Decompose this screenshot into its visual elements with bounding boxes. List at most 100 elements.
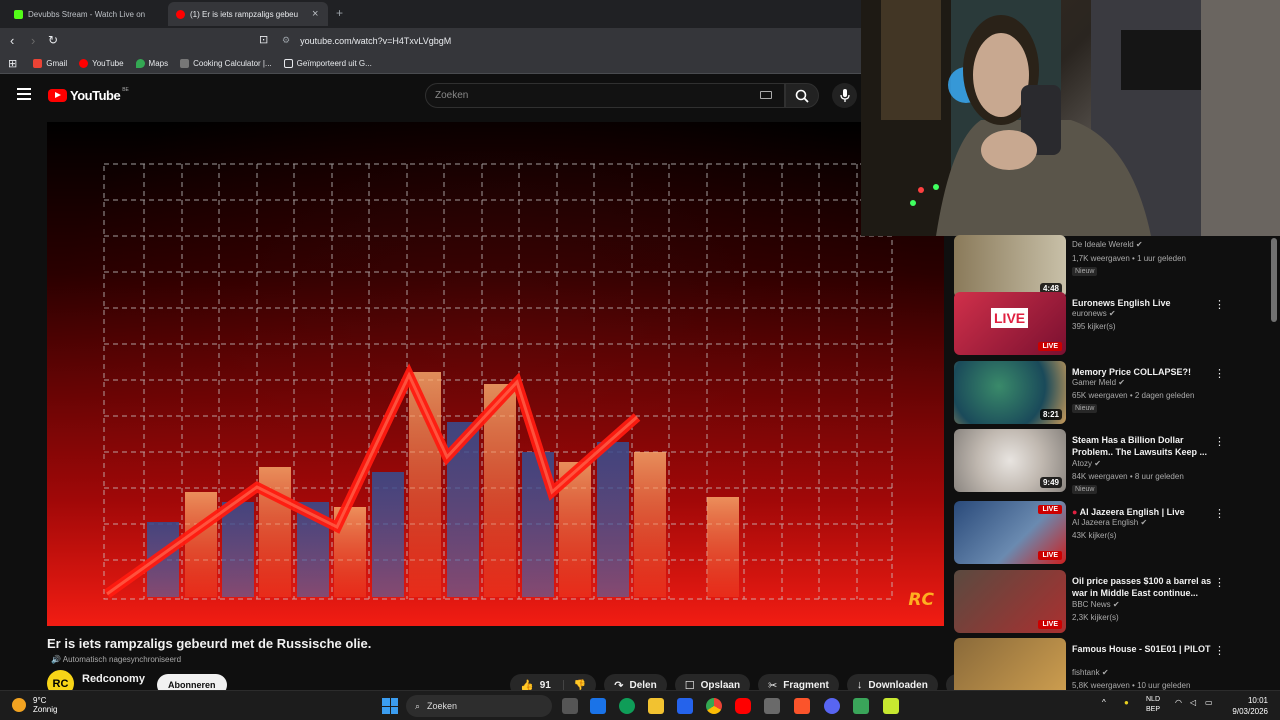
tray-expand-icon[interactable]: ^: [1102, 698, 1106, 707]
language-indicator[interactable]: NLD BEP: [1146, 695, 1160, 715]
dislike-icon[interactable]: 👎: [562, 679, 596, 691]
chrome-icon[interactable]: [706, 698, 722, 714]
close-tab-icon[interactable]: ×: [312, 8, 318, 20]
channel-name[interactable]: Gamer Meld ✔: [1072, 378, 1125, 387]
voice-search-button[interactable]: [832, 83, 857, 108]
channel-name[interactable]: BBC News ✔: [1072, 600, 1120, 609]
mail-icon[interactable]: [677, 698, 693, 714]
recommended-video[interactable]: 9:49 Steam Has a Billion Dollar Problem.…: [954, 429, 1274, 495]
brave-icon[interactable]: [794, 698, 810, 714]
recommended-video[interactable]: LIVE Oil price passes $100 a barrel as w…: [954, 570, 1274, 636]
live-badge: LIVE: [1038, 551, 1062, 560]
verified-icon: ✔: [1118, 378, 1125, 387]
video-thumbnail[interactable]: LIVE LIVE: [954, 501, 1066, 564]
verified-icon: ✔: [1108, 309, 1116, 318]
store-icon[interactable]: [590, 698, 606, 714]
channel-name[interactable]: Al Jazeera English ✔: [1072, 518, 1147, 527]
menu-icon[interactable]: [17, 88, 31, 103]
youtube-icon: [79, 58, 89, 68]
video-title[interactable]: Steam Has a Billion Dollar Problem.. The…: [1072, 434, 1212, 458]
video-thumbnail[interactable]: 8:21: [954, 361, 1066, 424]
recommended-video[interactable]: LIVE LIVE Euronews English Live euronews…: [954, 292, 1274, 358]
tray-app-icon[interactable]: ●: [1124, 698, 1129, 707]
forward-icon[interactable]: ›: [31, 33, 35, 48]
video-title[interactable]: Oil price passes $100 a barrel as war in…: [1072, 575, 1212, 599]
task-view-icon[interactable]: [562, 698, 578, 714]
bookmark-cooking-calculator[interactable]: Cooking Calculator |...: [180, 58, 272, 68]
start-windows-icon[interactable]: [382, 698, 398, 714]
video-frame-graphic: [103, 163, 893, 600]
weather-widget[interactable]: 9°C Zonnig: [12, 696, 57, 714]
webcam-scene: [861, 0, 1280, 236]
recommended-video[interactable]: Famous House - S01E01 | PILOT fishtank ✔…: [954, 638, 1274, 690]
channel-name[interactable]: fishtank ✔: [1072, 668, 1109, 677]
more-options-icon[interactable]: ⋮: [1214, 576, 1225, 589]
sun-icon: [12, 698, 26, 712]
video-thumbnail[interactable]: LIVE: [954, 570, 1066, 633]
apps-grid-icon[interactable]: ⊞: [8, 57, 17, 70]
sidebar-scrollbar[interactable]: [1271, 238, 1277, 322]
file-explorer-icon[interactable]: [648, 698, 664, 714]
taskbar-search[interactable]: ⌕ Zoeken: [406, 695, 552, 717]
tab-youtube[interactable]: (1) Er is iets rampzaligs gebeu ×: [168, 2, 328, 26]
channel-name[interactable]: Redconomy: [82, 673, 145, 685]
bookmark-youtube[interactable]: YouTube: [79, 58, 124, 68]
channel-name[interactable]: euronews ✔: [1072, 309, 1116, 318]
more-options-icon[interactable]: ⋮: [1214, 644, 1225, 657]
video-thumbnail[interactable]: LIVE LIVE: [954, 292, 1066, 355]
more-options-icon[interactable]: ⋮: [1214, 298, 1225, 311]
video-title[interactable]: Famous House - S01E01 | PILOT: [1072, 643, 1212, 655]
new-tab-icon[interactable]: +: [336, 6, 343, 20]
reload-icon[interactable]: ↻: [48, 33, 58, 47]
kick-favicon-icon: [14, 9, 23, 19]
channel-name[interactable]: De Ideale Wereld ✔: [1072, 240, 1143, 249]
discord-icon[interactable]: [824, 698, 840, 714]
notification-app-icon[interactable]: [883, 698, 899, 714]
tab-devubbs[interactable]: Devubbs Stream - Watch Live on: [6, 2, 164, 26]
more-options-icon[interactable]: ⋮: [1214, 367, 1225, 380]
temperature: 9°C: [33, 696, 47, 705]
microphone-icon: [839, 88, 850, 102]
search-button[interactable]: [785, 83, 819, 108]
live-dot-icon: ●: [1072, 507, 1078, 517]
recommended-video[interactable]: 8:21 Memory Price COLLAPSE?! Gamer Meld …: [954, 361, 1274, 427]
more-options-icon[interactable]: ⋮: [1214, 507, 1225, 520]
new-badge: Nieuw: [1072, 404, 1098, 413]
video-player[interactable]: RC: [47, 122, 944, 626]
bookmark-maps[interactable]: Maps: [135, 58, 168, 68]
video-title[interactable]: ● Al Jazeera English | Live: [1072, 506, 1212, 518]
recommended-video[interactable]: LIVE LIVE ● Al Jazeera English | Live Al…: [954, 501, 1274, 567]
gmail-icon: [33, 58, 43, 68]
weather-condition: Zonnig: [33, 705, 58, 714]
video-thumbnail[interactable]: 9:49: [954, 429, 1066, 492]
like-count[interactable]: 91: [540, 680, 551, 691]
bookmark-folder-imported[interactable]: Geïmporteerd uit G...: [283, 58, 372, 68]
edge-icon[interactable]: [619, 698, 635, 714]
bookmark-icon[interactable]: ⊡: [259, 33, 268, 46]
site-info-icon[interactable]: ⚙: [282, 35, 290, 46]
video-title[interactable]: Memory Price COLLAPSE?!: [1072, 366, 1212, 378]
video-thumbnail[interactable]: [954, 638, 1066, 690]
calculator-icon[interactable]: [764, 698, 780, 714]
back-icon[interactable]: ‹: [10, 33, 14, 48]
verified-icon: ✔: [1112, 600, 1120, 609]
verified-icon: ✔: [1135, 240, 1143, 249]
folder-icon: [283, 58, 293, 68]
search-input[interactable]: Zoeken: [425, 83, 785, 108]
auto-dub-note: 🔊 Automatisch nagesynchroniseerd: [51, 655, 182, 664]
url-field[interactable]: ⚙ youtube.com/watch?v=H4TxvLVgbgM: [282, 31, 858, 50]
wifi-icon[interactable]: ◠: [1175, 698, 1182, 707]
keyboard-icon[interactable]: [760, 91, 772, 99]
more-options-icon[interactable]: ⋮: [1214, 435, 1225, 448]
app-icon[interactable]: [853, 698, 869, 714]
search-icon: ⌕: [415, 700, 421, 711]
video-thumbnail[interactable]: 4:48: [954, 235, 1066, 298]
system-clock[interactable]: 10:01 9/03/2026: [1232, 695, 1268, 717]
youtube-app-icon[interactable]: [735, 698, 751, 714]
video-title[interactable]: Euronews English Live: [1072, 297, 1212, 309]
volume-icon[interactable]: ◁: [1190, 698, 1196, 707]
youtube-logo[interactable]: YouTube BE: [48, 87, 129, 103]
battery-icon[interactable]: ▭: [1205, 698, 1213, 707]
channel-name[interactable]: Atozy ✔: [1072, 459, 1101, 468]
bookmark-gmail[interactable]: Gmail: [33, 58, 67, 68]
